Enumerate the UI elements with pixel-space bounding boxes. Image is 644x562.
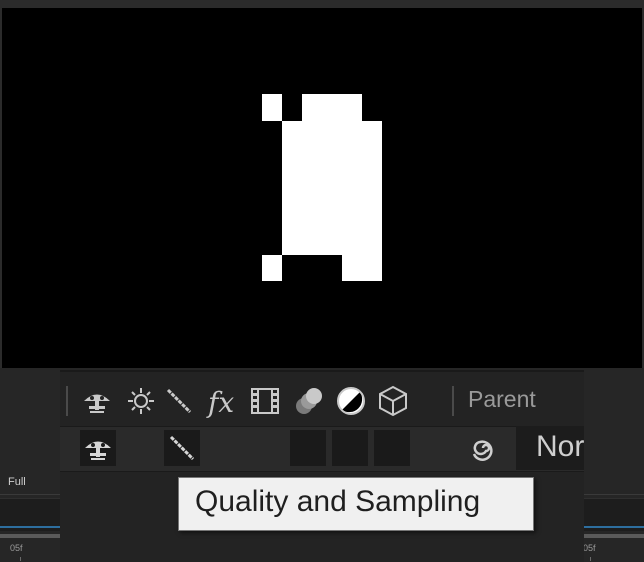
blend-mode-value: Normal bbox=[536, 430, 584, 463]
adjustment-layer-icon[interactable] bbox=[334, 384, 368, 418]
quality-icon bbox=[165, 431, 199, 469]
work-area-bar[interactable] bbox=[0, 526, 60, 528]
panel-top-border bbox=[60, 370, 584, 372]
resolution-label[interactable]: Full bbox=[8, 476, 26, 488]
parent-column-header[interactable]: Parent bbox=[468, 386, 536, 413]
fx-icon[interactable]: fx bbox=[206, 384, 240, 419]
ruler-label: 05f bbox=[583, 543, 596, 553]
pixel-block bbox=[282, 121, 382, 255]
ruler-tick bbox=[20, 557, 21, 561]
column-separator[interactable] bbox=[66, 386, 68, 416]
ruler-tick bbox=[590, 557, 591, 561]
motion-blur-icon[interactable] bbox=[292, 384, 326, 418]
tooltip-text: Quality and Sampling bbox=[195, 485, 481, 518]
ruler-label: 05f bbox=[10, 543, 23, 553]
shy-icon bbox=[81, 431, 115, 469]
pixel-block bbox=[262, 94, 282, 121]
timeline-scrollbar[interactable] bbox=[0, 534, 60, 538]
pixel-block bbox=[262, 255, 282, 281]
3d-layer-icon[interactable] bbox=[376, 384, 410, 418]
motion-blur-switch[interactable] bbox=[332, 430, 368, 466]
tooltip: Quality and Sampling bbox=[178, 477, 534, 531]
work-area-bar[interactable] bbox=[584, 526, 644, 528]
composition-canvas[interactable] bbox=[2, 8, 642, 368]
pixel-block bbox=[302, 94, 362, 121]
frame-blending-icon[interactable] bbox=[248, 384, 282, 418]
timeline-scrollbar[interactable] bbox=[584, 534, 644, 538]
pick-whip-icon[interactable] bbox=[466, 431, 500, 469]
frame-blending-switch[interactable] bbox=[290, 430, 326, 466]
shy-icon[interactable] bbox=[80, 384, 114, 418]
column-separator[interactable] bbox=[452, 386, 454, 416]
svg-text:fx: fx bbox=[206, 386, 234, 418]
pixel-block bbox=[342, 255, 382, 281]
adjustment-layer-switch[interactable] bbox=[374, 430, 410, 466]
quality-icon[interactable] bbox=[162, 384, 196, 418]
collapse-transform-icon[interactable] bbox=[124, 384, 158, 418]
